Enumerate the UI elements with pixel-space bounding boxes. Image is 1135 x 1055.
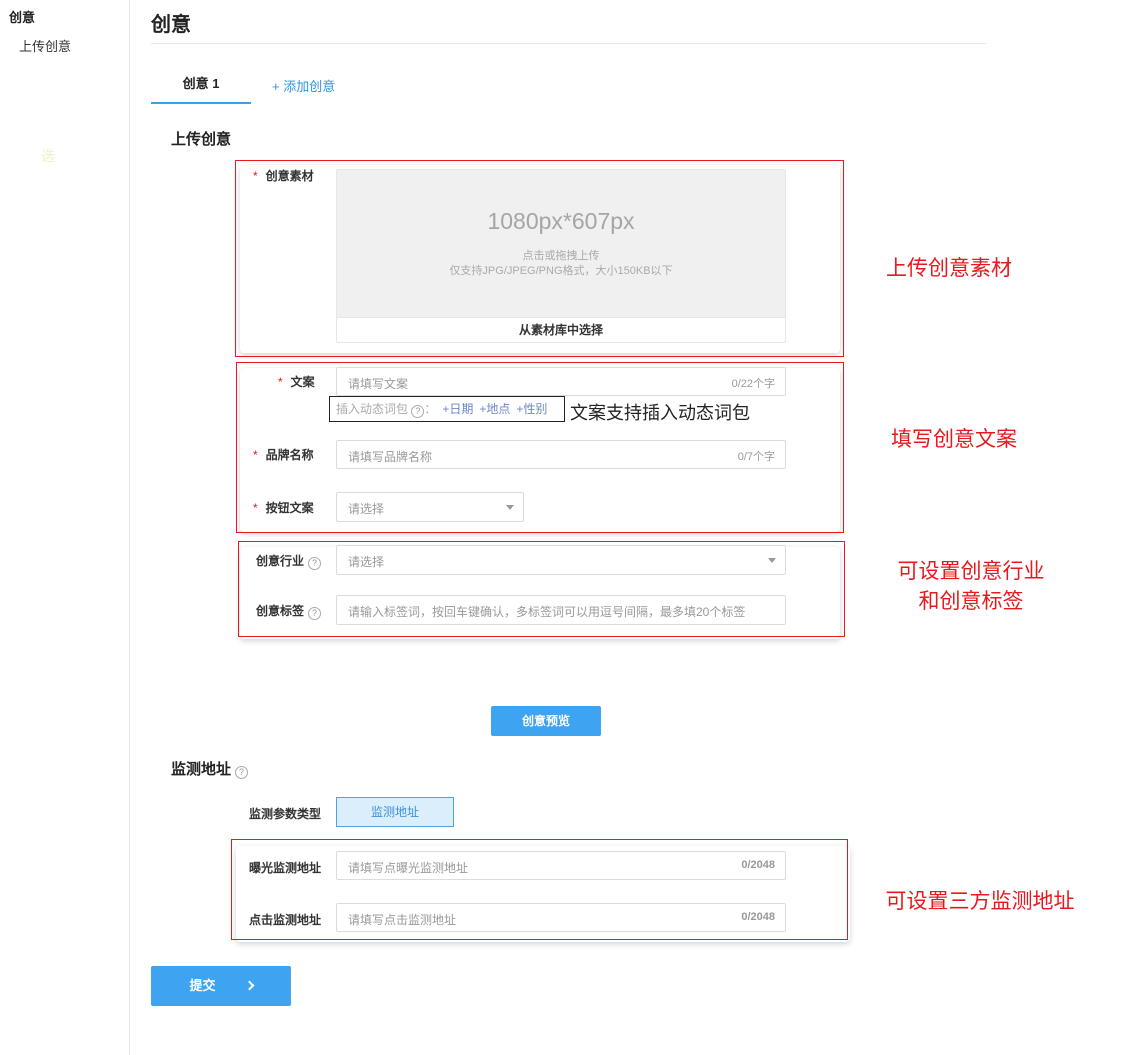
- material-label: * 创意素材: [253, 169, 314, 183]
- monitor-type-button[interactable]: 监测地址: [336, 797, 454, 827]
- button-copy-label: * 按钮文案: [253, 501, 314, 515]
- upload-hint-line1: 点击或拖拽上传: [522, 250, 600, 262]
- industry-placeholder: 请选择: [348, 555, 385, 569]
- annotation-industry-line1: 可设置创意行业: [897, 560, 1045, 583]
- upload-hint-line2: 仅支持JPG/JPEG/PNG格式，大小150KB以下: [449, 265, 673, 277]
- upload-size-text: 1080px*607px: [487, 208, 635, 234]
- insert-location-chip[interactable]: +地点: [479, 402, 510, 416]
- question-circle-icon[interactable]: ?: [308, 557, 322, 570]
- annotation-upload: 上传创意素材: [886, 257, 1012, 280]
- sidebar-heading[interactable]: 创意: [9, 7, 35, 26]
- brand-counter: 0/7个字: [737, 451, 775, 463]
- copy-placeholder: 请填写文案: [348, 377, 409, 391]
- tags-label: 创意标签?: [256, 602, 322, 620]
- sidebar-item-upload-creative[interactable]: 上传创意: [19, 36, 71, 55]
- caret-down-icon: [768, 558, 776, 563]
- question-circle-icon[interactable]: ?: [411, 405, 425, 418]
- required-mark: *: [253, 501, 258, 515]
- impression-label: 曝光监测地址: [249, 861, 322, 875]
- click-input[interactable]: 请填写点击监测地址 0/2048: [336, 903, 786, 932]
- monitor-section-title: 监测地址?: [171, 758, 249, 779]
- upload-section-title: 上传创意: [171, 131, 232, 148]
- impression-placeholder: 请填写点曝光监测地址: [348, 861, 469, 875]
- choose-from-library-button[interactable]: 从素材库中选择: [337, 317, 785, 343]
- caret-down-icon: [506, 505, 514, 510]
- click-placeholder: 请填写点击监测地址: [348, 913, 457, 927]
- insert-date-chip[interactable]: +日期: [442, 402, 473, 416]
- sidebar: 创意 上传创意 选: [0, 0, 130, 1055]
- copy-label: * 文案: [278, 375, 315, 389]
- tab-creative-1[interactable]: 创意 1: [151, 66, 251, 104]
- submit-label: 提交: [189, 978, 216, 993]
- preview-button[interactable]: 创意预览: [491, 706, 601, 736]
- industry-label: 创意行业?: [256, 552, 322, 570]
- dynamic-word-label: 插入动态词包: [336, 402, 412, 416]
- click-counter: 0/2048: [741, 911, 775, 923]
- sidebar-watermark: 选: [41, 148, 55, 164]
- impression-counter: 0/2048: [741, 859, 775, 871]
- title-divider: [151, 43, 986, 44]
- annotation-industry: 可设置创意行业 和创意标签: [851, 557, 1091, 617]
- upload-box: 1080px*607px 点击或拖拽上传 仅支持JPG/JPEG/PNG格式，大…: [336, 169, 786, 343]
- chevron-right-icon: [244, 980, 254, 991]
- copy-counter: 0/22个字: [731, 378, 775, 390]
- submit-button[interactable]: 提交: [151, 966, 291, 1006]
- button-copy-placeholder: 请选择: [348, 502, 385, 516]
- dynamic-word-note: 文案支持插入动态词包: [570, 403, 750, 423]
- required-mark: *: [253, 169, 258, 183]
- brand-placeholder: 请填写品牌名称: [348, 450, 433, 464]
- click-label: 点击监测地址: [249, 913, 322, 927]
- copy-input[interactable]: 请填写文案 0/22个字: [336, 367, 786, 396]
- required-mark: *: [253, 448, 258, 462]
- question-circle-icon[interactable]: ?: [235, 766, 249, 779]
- impression-input[interactable]: 请填写点曝光监测地址 0/2048: [336, 851, 786, 880]
- upload-hint: 点击或拖拽上传 仅支持JPG/JPEG/PNG格式，大小150KB以下: [337, 249, 785, 279]
- dynamic-word-bar: 插入动态词包 ?： +日期 +地点 +性别: [329, 396, 565, 422]
- annotation-industry-line2: 和创意标签: [918, 590, 1024, 613]
- brand-input[interactable]: 请填写品牌名称 0/7个字: [336, 440, 786, 469]
- question-circle-icon[interactable]: ?: [308, 607, 322, 620]
- add-creative-link[interactable]: + 添加创意: [272, 76, 335, 95]
- industry-select[interactable]: 请选择: [336, 545, 786, 575]
- brand-label: * 品牌名称: [253, 448, 314, 462]
- tags-placeholder: 请输入标签词，按回车键确认，多标签词可以用逗号间隔，最多填20个标签: [348, 605, 746, 619]
- annotation-copy: 填写创意文案: [891, 428, 1017, 451]
- page-title: 创意: [151, 14, 191, 36]
- upload-dropzone[interactable]: 1080px*607px 点击或拖拽上传 仅支持JPG/JPEG/PNG格式，大…: [337, 170, 785, 317]
- annotation-monitor: 可设置三方监测地址: [885, 890, 1075, 913]
- button-copy-select[interactable]: 请选择: [336, 492, 524, 522]
- monitor-type-label: 监测参数类型: [249, 807, 322, 821]
- dynamic-word-colon: ：: [424, 402, 437, 416]
- tags-input[interactable]: 请输入标签词，按回车键确认，多标签词可以用逗号间隔，最多填20个标签: [336, 595, 786, 625]
- insert-gender-chip[interactable]: +性别: [516, 402, 547, 416]
- required-mark: *: [278, 375, 283, 389]
